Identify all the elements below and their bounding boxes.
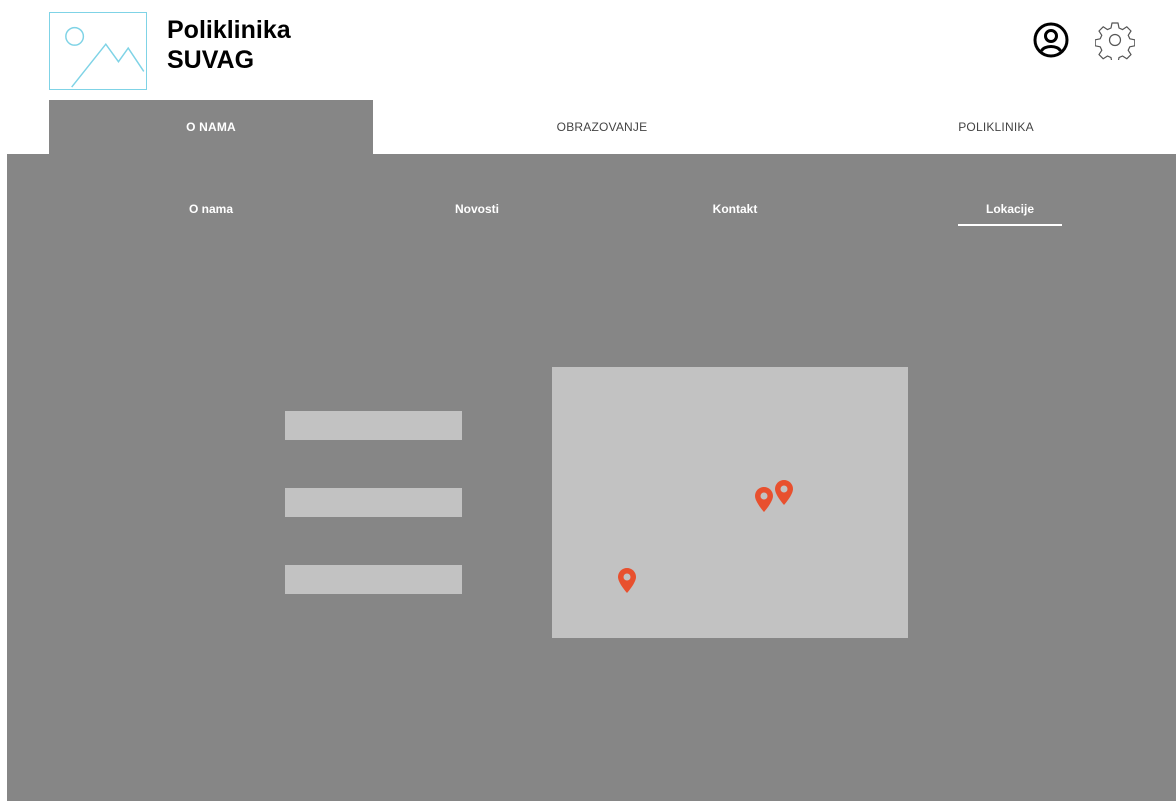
settings-button[interactable] <box>1095 20 1135 60</box>
image-placeholder-icon <box>65 26 145 88</box>
content-panel: O nama Novosti Kontakt Lokacije <box>7 154 1176 801</box>
subtab-lokacije[interactable]: Lokacije <box>958 202 1062 226</box>
profile-button[interactable] <box>1031 20 1071 60</box>
sub-navigation: O nama Novosti Kontakt Lokacije <box>7 154 1176 234</box>
brand-title: Poliklinika SUVAG <box>167 15 367 75</box>
location-list-item[interactable] <box>285 565 462 594</box>
main-tabs: O NAMA OBRAZOVANJE POLIKLINIKA <box>0 100 1176 154</box>
map-pin-icon[interactable] <box>755 487 773 512</box>
logo-image-placeholder-icon[interactable] <box>49 12 147 90</box>
map-pin-icon[interactable] <box>618 568 636 593</box>
user-circle-icon <box>1033 22 1069 58</box>
map-pin-icon[interactable] <box>775 480 793 505</box>
tab-poliklinika[interactable]: POLIKLINIKA <box>834 100 1158 154</box>
tab-obrazovanje[interactable]: OBRAZOVANJE <box>440 100 764 154</box>
location-list-item[interactable] <box>285 411 462 440</box>
location-list-item[interactable] <box>285 488 462 517</box>
subtab-o-nama[interactable]: O nama <box>156 202 266 224</box>
gear-icon <box>1095 22 1135 60</box>
tab-o-nama[interactable]: O NAMA <box>49 100 373 154</box>
brand-line-1: Poliklinika <box>167 16 291 44</box>
subtab-novosti[interactable]: Novosti <box>422 202 532 224</box>
brand-line-2: SUVAG <box>167 46 255 74</box>
subtab-kontakt[interactable]: Kontakt <box>680 202 790 224</box>
page: Poliklinika SUVAG O NAMA OBRAZOVANJE POL… <box>0 0 1176 801</box>
location-map[interactable] <box>552 367 908 638</box>
